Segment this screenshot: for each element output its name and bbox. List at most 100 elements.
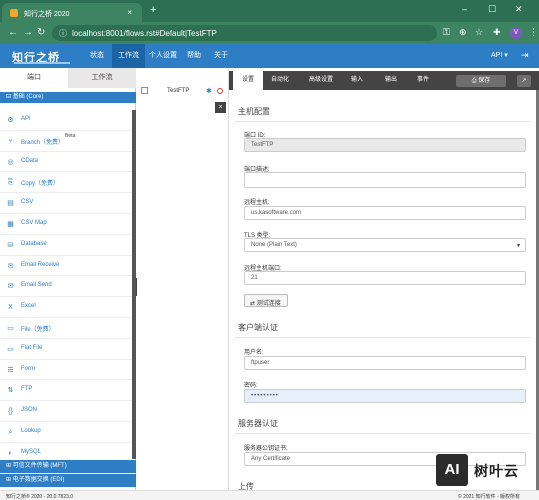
menu-personal-settings[interactable]: 个人设置 [143,44,183,68]
list-item[interactable]: ▭ Flat File [0,339,132,360]
node-icon [141,87,148,94]
menu-workflow[interactable]: 工作流 [112,44,145,68]
menu-about[interactable]: 关于 [208,44,234,68]
ftp-icon: ⇅ [7,387,14,395]
api-menu[interactable]: API ▾ [491,44,508,68]
divider [234,433,531,434]
forward-icon[interactable]: → [23,27,33,38]
mysql-icon: ◐ [8,449,13,457]
window-close-button[interactable]: ✕ [515,4,523,15]
list-item[interactable]: ⎘ Copy（免费） [0,172,132,194]
list-item[interactable]: X Excel [0,297,132,318]
new-tab-button[interactable]: + [150,4,156,16]
properties-tabs: 设置 自动化 高级设置 输入 输出 事件 ⎙ 保存 ↗ [229,71,539,90]
browser-menu-icon[interactable]: ⋮ [529,27,538,38]
tab-ports[interactable]: 端口 [0,68,68,88]
list-item[interactable]: ⛁ Database [0,235,132,256]
watermark-box: AI [436,454,468,486]
gear-icon[interactable]: ✱ [206,87,212,95]
password-field[interactable]: ••••••••• [244,389,526,403]
delete-node-icon[interactable] [217,88,223,94]
flow-canvas[interactable]: TestFTP ✱ [137,68,227,490]
connector-panel: 端口 工作流 ⊟ 基础 (Core) ⚙ API ⑂ Branch（免费） Beta ◎ C… [0,68,136,490]
test-connection-button[interactable]: ⇄ 测试连接 [244,294,288,307]
list-item-label: Flat File [21,344,43,351]
save-button[interactable]: ⎙ 保存 [456,75,506,87]
section-host-config: 主机配置 [238,107,270,116]
url-input[interactable]: ⓘ localhost:8001/flows.rst#Default|TestF… [52,25,437,41]
list-item-label: MySQL [21,448,42,455]
list-item[interactable]: ▦ CSV Map [0,214,132,235]
favicon-icon [10,9,18,17]
menu-help[interactable]: 帮助 [181,44,207,68]
list-item[interactable]: ◐ MySQL [0,443,132,459]
info-icon[interactable]: ⓘ [59,28,67,39]
cdata-icon: ◎ [7,158,14,166]
key-icon[interactable]: ⚿ [443,27,450,38]
port-desc-field[interactable] [244,172,526,188]
minimize-button[interactable]: – [462,4,467,14]
list-item[interactable]: ✉ Email Send [0,276,132,298]
reload-icon[interactable]: ↻ [37,27,45,38]
list-item-label: Form [21,365,35,372]
category-core[interactable]: ⊟ 基础 (Core) [0,92,136,103]
remote-host-value: us.kasoftware.com [251,210,302,216]
list-item[interactable]: ⌕ Lookup [0,422,132,443]
list-item[interactable]: ⇅ FTP [0,380,132,402]
list-item[interactable]: ▭ File（免费） [0,318,132,339]
tls-type-select[interactable]: None (Plain Text) ▾ [244,238,526,252]
list-item[interactable]: ▤ CSV [0,193,132,214]
username-field[interactable]: ftpuser [244,356,526,370]
list-item[interactable]: ✉ Email Receive [0,256,132,277]
footer-version: 知行之桥® 2020 - 20.0.7823.0 [6,494,74,500]
app-header: 知行之桥 状态 工作流 个人设置 帮助 关于 API ▾ ⇥ [0,44,539,68]
tab-automation[interactable]: 自动化 [265,71,295,90]
tab-close-icon[interactable]: × [127,8,132,17]
zoom-icon[interactable]: ⊕ [459,27,467,38]
tab-output[interactable]: 输出 [379,71,403,90]
category-mft[interactable]: ⊞ 可信文件传输 (MFT) [0,460,136,473]
list-item[interactable]: ◎ CData [0,152,132,173]
tab-events[interactable]: 事件 [411,71,435,90]
json-icon: {} [8,408,13,416]
port-id-value: TestFTP [251,142,274,148]
footer: 知行之桥® 2020 - 20.0.7823.0 © 2021 知行软件 - 版… [0,490,539,500]
csv-icon: ▤ [7,200,14,208]
flat-file-icon: ▭ [7,345,14,353]
back-icon[interactable]: ← [8,27,18,38]
close-properties-button[interactable]: × [215,102,226,113]
list-item[interactable]: ☰ Form [0,360,132,381]
excel-icon: X [8,304,13,312]
tab-workflows[interactable]: 工作流 [68,68,136,88]
database-icon: ⛁ [7,241,14,249]
section-client-auth: 客户端认证 [238,323,278,332]
list-item-label: FTP [21,386,33,393]
extensions-icon[interactable]: ✚ [493,27,501,38]
logo-underline [14,62,70,64]
category-edi[interactable]: ⊞ 电子数据交换 (EDI) [0,474,136,487]
logout-icon[interactable]: ⇥ [521,50,529,61]
list-item[interactable]: {} JSON [0,401,132,422]
file-icon: ▭ [7,324,14,332]
bookmark-star-icon[interactable]: ☆ [475,27,483,38]
remote-host-field[interactable]: us.kasoftware.com [244,206,526,220]
server-cert-value: Any Certificate [251,456,291,462]
list-item-label: API [21,116,31,122]
tab-input[interactable]: 输入 [345,71,369,90]
maximize-button[interactable]: ☐ [488,4,496,15]
popout-button[interactable]: ↗ [517,75,531,87]
tab-settings[interactable]: 设置 [233,71,263,90]
profile-avatar[interactable]: V [510,27,522,39]
list-item-label: CSV [21,199,34,206]
menu-status[interactable]: 状态 [84,44,110,68]
remote-port-field[interactable]: 21 [244,271,526,285]
list-item[interactable]: ⑂ Branch（免费） Beta [0,131,132,152]
browser-tab[interactable]: 知行之桥 2020 × [2,3,142,22]
tab-advanced[interactable]: 高级设置 [301,71,341,90]
properties-body: 主机配置 端口 ID: TestFTP 端口描述: 远程主机: us.kasof… [229,90,536,490]
list-item-label: Email Receive [21,261,60,268]
list-item[interactable]: ⚙ API [0,110,132,131]
flow-node-testftp[interactable]: TestFTP ✱ [139,85,225,97]
lookup-icon: ⌕ [8,428,13,436]
divider [234,121,531,122]
